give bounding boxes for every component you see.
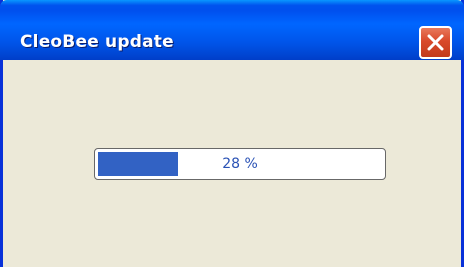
close-button[interactable] (419, 26, 452, 59)
title-bar[interactable]: CleoBee update (0, 0, 464, 60)
progress-percent-label: 28 % (222, 156, 258, 172)
close-icon (427, 34, 444, 51)
progress-bar: 28 % (94, 148, 386, 180)
window-title: CleoBee update (20, 32, 174, 52)
update-window: CleoBee update 28 % (0, 0, 464, 267)
dialog-body: 28 % (3, 60, 461, 267)
